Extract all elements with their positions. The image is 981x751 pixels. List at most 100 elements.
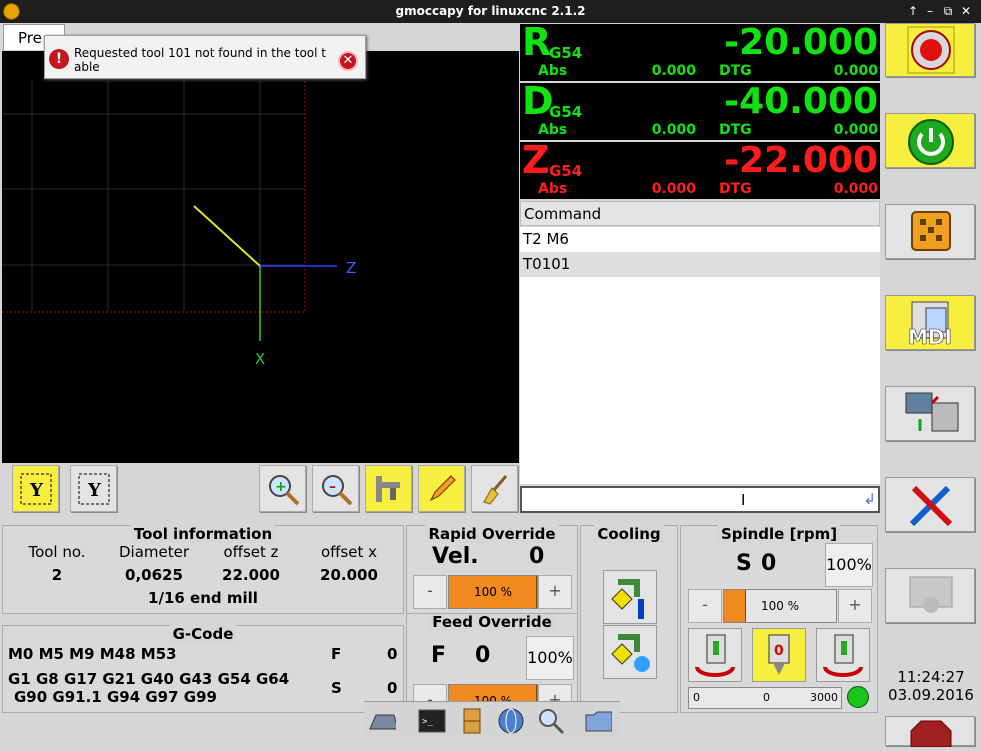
spindle-stop-button[interactable]: 0 bbox=[752, 628, 806, 682]
error-icon: ! bbox=[49, 49, 69, 69]
spindle-title: Spindle [rpm] bbox=[717, 525, 841, 543]
dro-dtg-label: DTG bbox=[719, 63, 752, 79]
clock: 11:24:27 03.09.2016 bbox=[885, 668, 977, 704]
web-browser-icon[interactable] bbox=[497, 707, 525, 735]
flood-button[interactable] bbox=[603, 570, 657, 624]
terminal-icon[interactable]: >_ bbox=[418, 707, 446, 735]
axis-label-z: Z bbox=[346, 259, 356, 277]
active-gcodes-line1: G1 G8 G17 G21 G40 G43 G54 G64 bbox=[8, 670, 290, 688]
rapid-override-slider[interactable]: 100 % bbox=[448, 575, 538, 609]
folder-icon[interactable] bbox=[584, 707, 612, 735]
rapid-increase-button[interactable]: + bbox=[538, 575, 572, 609]
keep-above-icon[interactable]: ↑ bbox=[905, 3, 921, 19]
gcode-title: G-Code bbox=[169, 625, 237, 643]
close-icon[interactable]: ✕ bbox=[958, 3, 974, 19]
feed-label: F bbox=[331, 645, 342, 663]
gcode-preview[interactable]: Z X bbox=[2, 51, 519, 463]
estop-button[interactable] bbox=[885, 23, 975, 77]
spindle-override-slider[interactable]: 100 % bbox=[723, 589, 837, 623]
settings-button[interactable] bbox=[885, 477, 975, 532]
power-icon bbox=[908, 119, 954, 165]
mdi-input[interactable]: I ↲ bbox=[520, 486, 880, 513]
maximize-icon[interactable]: ⧉ bbox=[940, 3, 956, 19]
zoom-in-button[interactable]: + bbox=[259, 465, 306, 512]
search-icon[interactable] bbox=[537, 707, 565, 735]
spindle-bar-value: 0 bbox=[763, 691, 770, 704]
edit-button[interactable] bbox=[418, 465, 465, 512]
tool-no-header: Tool no. bbox=[28, 543, 86, 561]
command-header[interactable]: Command bbox=[520, 201, 880, 226]
machine-power-button[interactable] bbox=[885, 113, 975, 168]
title-bar: gmoccapy for linuxcnc 2.1.2 ↑ – ⧉ ✕ bbox=[0, 0, 981, 23]
dro-dtg-value: 0.000 bbox=[833, 122, 878, 138]
spindle-frame: Spindle [rpm] S 0 100% - 100 % + 0 0 0 3… bbox=[680, 525, 878, 713]
mdi-mode-button[interactable]: MDI bbox=[885, 295, 975, 350]
mist-coolant-icon bbox=[611, 634, 650, 672]
spindle-s-label: S bbox=[736, 551, 752, 576]
spindle-increase-button[interactable]: + bbox=[838, 589, 872, 623]
svg-text:–: – bbox=[329, 479, 336, 495]
dro-z[interactable]: Z G54 -22.000 Abs 0.000 DTG 0.000 bbox=[520, 142, 880, 199]
rapid-override-title: Rapid Override bbox=[425, 525, 559, 543]
emergency-stop-icon bbox=[907, 26, 955, 74]
spindle-ccw-button[interactable] bbox=[688, 628, 742, 682]
show-dimensions-button[interactable] bbox=[365, 465, 412, 512]
exit-button[interactable] bbox=[885, 716, 975, 748]
feed-override-title: Feed Override bbox=[429, 614, 555, 631]
dro-r[interactable]: R G54 -20.000 Abs 0.000 DTG 0.000 bbox=[520, 24, 880, 81]
svg-text:Y: Y bbox=[87, 480, 102, 501]
tools-icon bbox=[909, 485, 953, 527]
feed-value: 0 bbox=[475, 643, 491, 668]
error-notification: ! Requested tool 101 not found in the to… bbox=[44, 35, 366, 79]
tool-information-title: Tool information bbox=[130, 525, 276, 543]
feed-override-frame: Feed Override F 0 100% - 100 % + bbox=[406, 613, 578, 713]
spindle-cw-button[interactable] bbox=[816, 628, 870, 682]
jog-arrows-icon bbox=[911, 211, 951, 251]
user-tabs-button[interactable] bbox=[885, 568, 975, 623]
tool-information-frame: Tool information Tool no. Diameter offse… bbox=[2, 525, 404, 614]
window-title: gmoccapy for linuxcnc 2.1.2 bbox=[395, 4, 586, 18]
file-cabinet-icon[interactable] bbox=[458, 707, 486, 735]
dro-dtg-value: 0.000 bbox=[833, 63, 878, 79]
offset-x-value: 20.000 bbox=[320, 566, 378, 584]
dro-abs-label: Abs bbox=[538, 122, 568, 138]
cooling-title: Cooling bbox=[594, 525, 664, 543]
zoom-in-icon: + bbox=[269, 475, 300, 506]
feed-100-button[interactable]: 100% bbox=[526, 636, 574, 680]
list-item[interactable]: T2 M6 bbox=[520, 227, 880, 252]
rapid-decrease-button[interactable]: - bbox=[413, 575, 447, 609]
manual-mode-button[interactable] bbox=[885, 204, 975, 259]
notification-message: Requested tool 101 not found in the tool… bbox=[74, 46, 326, 74]
command-history-list[interactable]: T2 M6 T0101 bbox=[520, 227, 880, 484]
dro-dtg-label: DTG bbox=[719, 122, 752, 138]
computer-to-mill-icon bbox=[905, 392, 959, 432]
dro-dtg-label: DTG bbox=[719, 181, 752, 197]
desktop-icon[interactable] bbox=[368, 707, 396, 735]
speed-value: 0 bbox=[387, 679, 398, 697]
enter-icon[interactable]: ↲ bbox=[863, 490, 876, 508]
y-view-icon: Y bbox=[20, 473, 52, 505]
close-notification-button[interactable]: ✕ bbox=[338, 51, 358, 71]
mist-button[interactable] bbox=[603, 625, 657, 679]
axis-label-x: X bbox=[255, 350, 265, 368]
dro-value: -22.000 bbox=[724, 142, 878, 181]
rapid-slider-label: 100 % bbox=[473, 585, 513, 599]
velocity-value: 0 bbox=[529, 544, 545, 569]
spindle-stop-icon: 0 bbox=[768, 634, 790, 675]
view-y2-button[interactable]: Y bbox=[70, 465, 117, 512]
minimize-icon[interactable]: – bbox=[922, 3, 938, 19]
spindle-right-icon bbox=[823, 634, 863, 677]
gcode-frame: G-Code M0 M5 M9 M48 M53 G1 G8 G17 G21 G4… bbox=[2, 625, 404, 713]
spindle-speed-bar: 0 0 3000 bbox=[688, 687, 842, 709]
zoom-out-button[interactable]: – bbox=[312, 465, 359, 512]
spindle-100-button[interactable]: 100% bbox=[825, 543, 873, 587]
spindle-s-value: 0 bbox=[761, 551, 777, 576]
list-item[interactable]: T0101 bbox=[520, 252, 880, 277]
stop-sign-icon bbox=[910, 720, 952, 748]
auto-mode-button[interactable] bbox=[885, 386, 975, 441]
clear-plot-button[interactable] bbox=[471, 465, 518, 512]
view-y-button[interactable]: Y bbox=[12, 465, 59, 512]
dro-d[interactable]: D G54 -40.000 Abs 0.000 DTG 0.000 bbox=[520, 83, 880, 140]
spindle-at-speed-led bbox=[847, 686, 869, 708]
spindle-decrease-button[interactable]: - bbox=[688, 589, 722, 623]
